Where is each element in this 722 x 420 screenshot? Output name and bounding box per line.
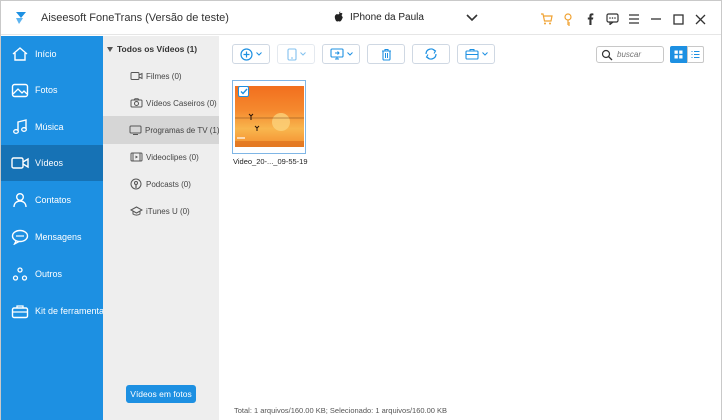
- itunes-u-icon: [129, 205, 143, 217]
- sidebar-item-label: Kit de ferramentas: [35, 306, 109, 316]
- category-item-videos-caseiros[interactable]: Vídeos Caseiros (0): [103, 89, 219, 117]
- contacts-icon: [11, 191, 29, 209]
- export-to-device-button[interactable]: [277, 44, 315, 64]
- search-input[interactable]: [617, 50, 663, 59]
- sidebar-item-mensagens[interactable]: Mensagens: [1, 219, 103, 255]
- video-icon: [11, 154, 29, 172]
- category-item-programas-de-tv[interactable]: Programas de TV (1): [103, 116, 220, 144]
- sidebar-item-fotos[interactable]: Fotos: [1, 72, 103, 108]
- sidebar-item-label: Contatos: [35, 195, 72, 205]
- category-item-videoclipes[interactable]: Videoclipes (0): [103, 143, 219, 171]
- title-bar-icons: [535, 11, 711, 27]
- chat-icon[interactable]: [601, 11, 623, 27]
- refresh-button[interactable]: [412, 44, 450, 64]
- photos-icon: [11, 81, 29, 99]
- messages-icon: [11, 228, 29, 246]
- camera-icon: [129, 97, 143, 109]
- category-label: iTunes U (0): [146, 206, 190, 216]
- app-title: Aiseesoft FoneTrans (Versão de teste): [41, 12, 229, 24]
- sidebar-item-inicio[interactable]: Início: [1, 36, 103, 72]
- list-view-button[interactable]: [687, 46, 704, 63]
- title-bar: Aiseesoft FoneTrans (Versão de teste) IP…: [1, 1, 721, 35]
- cart-icon[interactable]: [535, 11, 557, 27]
- sidebar-item-label: Música: [35, 122, 64, 132]
- apple-icon: [334, 11, 343, 22]
- delete-button[interactable]: [367, 44, 405, 64]
- close-icon[interactable]: [689, 11, 711, 27]
- app-window: Aiseesoft FoneTrans (Versão de teste) IP…: [0, 0, 722, 420]
- toolbox-icon: [11, 302, 29, 320]
- export-device-icon: [286, 47, 297, 61]
- video-tile[interactable]: [232, 80, 306, 154]
- sidebar-item-label: Outros: [35, 269, 63, 279]
- delete-icon: [381, 48, 391, 61]
- add-icon: [240, 47, 253, 61]
- home-icon: [11, 45, 29, 63]
- app-logo-icon: [16, 12, 26, 24]
- podcast-icon: [129, 178, 143, 190]
- sidebar-item-label: Fotos: [35, 85, 58, 95]
- sidebar-item-videos[interactable]: Vídeos: [1, 145, 103, 181]
- category-label: Podcasts (0): [146, 179, 191, 189]
- sidebar-item-label: Vídeos: [35, 158, 64, 168]
- tv-icon: [129, 124, 142, 136]
- status-bar-text: Total: 1 arquivos/160.00 KB; Selecionado…: [234, 406, 448, 415]
- grid-view-button[interactable]: [670, 46, 687, 63]
- category-label: Programas de TV (1): [145, 125, 220, 135]
- search-box[interactable]: [596, 46, 664, 63]
- category-label: Videoclipes (0): [146, 152, 199, 162]
- sidebar-item-outros[interactable]: Outros: [1, 256, 103, 292]
- clip-icon: [129, 151, 143, 163]
- category-root[interactable]: Todos os Vídeos (1): [107, 44, 197, 54]
- toolbar: [219, 36, 721, 72]
- refresh-icon: [425, 48, 437, 60]
- videos-to-photos-button[interactable]: Vídeos em fotos: [126, 385, 196, 403]
- category-item-podcasts[interactable]: Podcasts (0): [103, 170, 219, 198]
- maximize-icon[interactable]: [667, 11, 689, 27]
- key-icon[interactable]: [557, 11, 579, 27]
- chevron-down-icon: [466, 14, 478, 22]
- others-icon: [11, 265, 29, 283]
- chevron-down-icon: [299, 52, 306, 56]
- chevron-down-icon: [346, 52, 353, 56]
- category-label: Vídeos Caseiros (0): [146, 98, 217, 108]
- category-root-label: Todos os Vídeos (1): [117, 44, 198, 54]
- sidebar-item-musica[interactable]: Música: [1, 109, 103, 145]
- menu-icon[interactable]: [623, 11, 645, 27]
- grid-view-icon: [674, 50, 683, 59]
- list-view-icon: [691, 51, 700, 58]
- export-pc-icon: [329, 48, 344, 60]
- film-icon: [129, 70, 143, 82]
- minimize-icon[interactable]: [645, 11, 667, 27]
- category-item-itunes-u[interactable]: iTunes U (0): [103, 197, 219, 225]
- sidebar-item-contatos[interactable]: Contatos: [1, 182, 103, 218]
- search-icon: [601, 49, 613, 60]
- chevron-down-icon: [481, 52, 488, 56]
- category-item-filmes[interactable]: Filmes (0): [103, 62, 219, 90]
- checkmark-icon: [240, 88, 248, 95]
- chevron-down-icon: [256, 52, 262, 56]
- toolbox-button[interactable]: [457, 44, 495, 64]
- sidebar: Início Fotos Música Vídeos Contatos Mens…: [1, 36, 109, 420]
- export-to-pc-button[interactable]: [322, 44, 360, 64]
- expand-triangle-icon[interactable]: [107, 46, 113, 52]
- sidebar-item-kit-de-ferramentas[interactable]: Kit de ferramentas: [1, 293, 109, 329]
- music-icon: [11, 118, 29, 136]
- add-button[interactable]: [232, 44, 270, 64]
- device-name: IPhone da Paula: [350, 12, 424, 23]
- video-caption: Video_20-..._09-55-19: [233, 157, 308, 166]
- sidebar-item-label: Início: [35, 49, 57, 59]
- sidebar-item-label: Mensagens: [35, 232, 82, 242]
- main-content: Video_20-..._09-55-19 Total: 1 arquivos/…: [219, 36, 721, 420]
- toolbox-icon: [464, 49, 479, 60]
- tile-checkbox[interactable]: [238, 86, 249, 97]
- category-panel: Todos os Vídeos (1) Filmes (0) Vídeos Ca…: [103, 36, 220, 420]
- device-selector[interactable]: IPhone da Paula: [334, 11, 478, 27]
- category-label: Filmes (0): [146, 71, 182, 81]
- facebook-icon[interactable]: [579, 11, 601, 27]
